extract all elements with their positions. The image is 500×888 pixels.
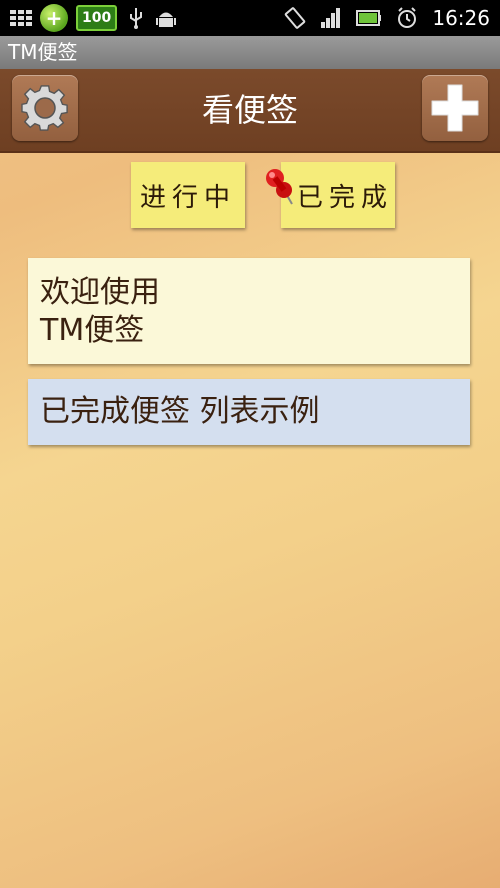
- battery-icon: [356, 10, 382, 26]
- pushpin-icon: [266, 169, 293, 205]
- status-bar: + 100 16:26: [0, 0, 500, 36]
- settings-button[interactable]: [12, 75, 78, 141]
- add-note-button[interactable]: [422, 75, 488, 141]
- screen-rotation-icon: [285, 7, 306, 29]
- app-title-bar: TM便签: [0, 36, 500, 69]
- note-item-welcome[interactable]: 欢迎使用 TM便签: [28, 258, 470, 364]
- status-left-icons: + 100: [10, 4, 177, 32]
- app-title: TM便签: [8, 40, 78, 64]
- android-debug-icon: [156, 12, 177, 27]
- notification-menu-icon: [10, 7, 32, 29]
- tab-in-progress-label: 进行中: [139, 182, 236, 213]
- note-text-line2: TM便签: [40, 313, 145, 348]
- note-item-completed-example[interactable]: 已完成便签 列表示例: [28, 379, 470, 445]
- signal-strength-icon: [321, 8, 341, 28]
- note-text-line1: 欢迎使用: [40, 275, 160, 310]
- alarm-clock-icon: [398, 7, 417, 28]
- note-text-line1: 已完成便签 列表示例: [40, 394, 320, 429]
- gear-icon: [21, 85, 68, 131]
- tab-in-progress[interactable]: 进行中: [131, 162, 245, 228]
- status-right-icons: 16:26: [284, 4, 490, 32]
- usb-icon: [130, 8, 143, 29]
- plus-icon: [431, 84, 479, 132]
- app-plus-icon: +: [40, 4, 68, 32]
- clock-time: 16:26: [432, 6, 490, 30]
- battery-100-icon: 100: [76, 5, 118, 31]
- header-bar: 看便签: [0, 69, 500, 153]
